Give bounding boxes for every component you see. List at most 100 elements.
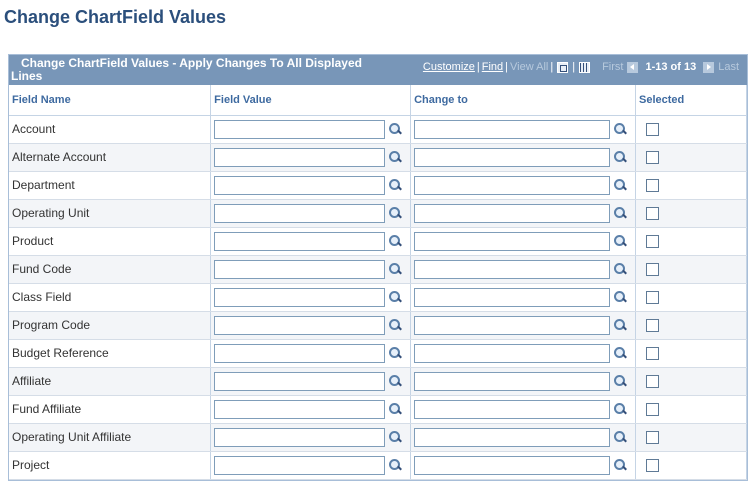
search-lookup-icon[interactable] — [613, 262, 627, 276]
selected-checkbox[interactable] — [645, 290, 659, 304]
search-lookup-icon[interactable] — [388, 290, 402, 304]
change-to-input[interactable] — [414, 119, 611, 139]
search-lookup-icon[interactable] — [613, 290, 627, 304]
selected-checkbox[interactable] — [645, 402, 659, 416]
selected-checkbox[interactable] — [645, 234, 659, 248]
change-to-input[interactable] — [414, 203, 611, 223]
field-name: Class Field — [12, 290, 72, 304]
field-value-input[interactable] — [214, 175, 386, 195]
table-row: Class Field — [9, 283, 748, 312]
search-lookup-icon[interactable] — [388, 346, 402, 360]
search-lookup-icon[interactable] — [388, 262, 402, 276]
search-lookup-icon[interactable] — [613, 402, 627, 416]
last-label[interactable]: Last — [718, 61, 739, 73]
search-lookup-icon[interactable] — [613, 178, 627, 192]
change-to-input[interactable] — [414, 259, 611, 279]
search-lookup-icon[interactable] — [388, 318, 402, 332]
field-value-input[interactable] — [214, 371, 386, 391]
find-link[interactable]: Find — [482, 61, 503, 73]
field-name: Project — [12, 458, 50, 472]
selected-checkbox[interactable] — [645, 346, 659, 360]
change-to-input[interactable] — [414, 343, 611, 363]
field-value-input[interactable] — [214, 147, 386, 167]
row-count: 1-13 of 13 — [645, 61, 697, 73]
change-to-input[interactable] — [414, 315, 611, 335]
search-lookup-icon[interactable] — [388, 374, 402, 388]
field-name-cell: Project — [9, 451, 212, 480]
field-value-input[interactable] — [214, 119, 386, 139]
search-lookup-icon[interactable] — [613, 234, 627, 248]
search-lookup-icon[interactable] — [613, 206, 627, 220]
selected-checkbox[interactable] — [645, 430, 659, 444]
change-to-input[interactable] — [414, 399, 611, 419]
change-to-input[interactable] — [414, 371, 611, 391]
field-name-cell: Alternate Account — [9, 143, 212, 172]
customize-link[interactable]: Customize — [423, 61, 475, 73]
search-lookup-icon[interactable] — [388, 402, 402, 416]
table-row: Account — [9, 115, 748, 144]
change-to-input[interactable] — [414, 175, 611, 195]
selected-checkbox[interactable] — [645, 122, 659, 136]
field-name: Operating Unit Affiliate — [12, 430, 132, 444]
column-header-selected[interactable]: Selected — [635, 85, 748, 116]
table-row: Fund Code — [9, 255, 748, 284]
table-row: Budget Reference — [9, 339, 748, 368]
selected-checkbox[interactable] — [645, 458, 659, 472]
search-lookup-icon[interactable] — [388, 430, 402, 444]
field-value-input[interactable] — [214, 343, 386, 363]
table-row: Product — [9, 227, 748, 256]
field-value-input[interactable] — [214, 287, 386, 307]
search-lookup-icon[interactable] — [613, 346, 627, 360]
column-header-field-name[interactable]: Field Name — [9, 85, 212, 116]
field-name-cell: Class Field — [9, 283, 212, 312]
change-to-input[interactable] — [414, 455, 611, 475]
field-value-input[interactable] — [214, 315, 386, 335]
selected-checkbox[interactable] — [645, 206, 659, 220]
search-lookup-icon[interactable] — [613, 458, 627, 472]
field-name-cell: Program Code — [9, 311, 212, 340]
view-all-link[interactable]: View All — [510, 61, 548, 73]
first-arrow-icon[interactable] — [627, 61, 639, 73]
field-name: Product — [12, 234, 54, 248]
selected-checkbox[interactable] — [645, 178, 659, 192]
field-name-cell: Fund Affiliate — [9, 395, 212, 424]
table-row: Project — [9, 451, 748, 480]
field-value-input[interactable] — [214, 455, 386, 475]
field-value-input[interactable] — [214, 203, 386, 223]
column-header-change-to[interactable]: Change to — [410, 85, 636, 116]
chartfield-table: Field Name Field Value Change to Selecte… — [9, 85, 748, 480]
search-lookup-icon[interactable] — [613, 122, 627, 136]
grid-download-icon[interactable] — [579, 61, 591, 73]
table-body: Account Alternate Account Department Operat… — [9, 115, 748, 480]
change-to-input[interactable] — [414, 147, 611, 167]
field-value-input[interactable] — [214, 259, 386, 279]
column-header-field-value[interactable]: Field Value — [210, 85, 412, 116]
search-lookup-icon[interactable] — [613, 374, 627, 388]
search-lookup-icon[interactable] — [388, 178, 402, 192]
field-name: Program Code — [12, 318, 91, 332]
zoom-icon[interactable] — [557, 61, 569, 73]
selected-checkbox[interactable] — [645, 374, 659, 388]
field-value-input[interactable] — [214, 427, 386, 447]
search-lookup-icon[interactable] — [613, 150, 627, 164]
search-lookup-icon[interactable] — [388, 206, 402, 220]
field-name: Budget Reference — [12, 346, 109, 360]
search-lookup-icon[interactable] — [388, 458, 402, 472]
selected-checkbox[interactable] — [645, 262, 659, 276]
search-lookup-icon[interactable] — [613, 318, 627, 332]
search-lookup-icon[interactable] — [388, 234, 402, 248]
change-to-input[interactable] — [414, 231, 611, 251]
field-value-input[interactable] — [214, 231, 386, 251]
last-arrow-icon[interactable] — [703, 61, 715, 73]
change-to-input[interactable] — [414, 427, 611, 447]
page-title: Change ChartField Values — [4, 7, 227, 27]
change-to-input[interactable] — [414, 287, 611, 307]
search-lookup-icon[interactable] — [613, 430, 627, 444]
field-value-input[interactable] — [214, 399, 386, 419]
selected-checkbox[interactable] — [645, 318, 659, 332]
search-lookup-icon[interactable] — [388, 122, 402, 136]
search-lookup-icon[interactable] — [388, 150, 402, 164]
selected-checkbox[interactable] — [645, 150, 659, 164]
grid-header: Change ChartField Values - Apply Changes… — [9, 55, 747, 85]
first-label[interactable]: First — [602, 61, 623, 73]
